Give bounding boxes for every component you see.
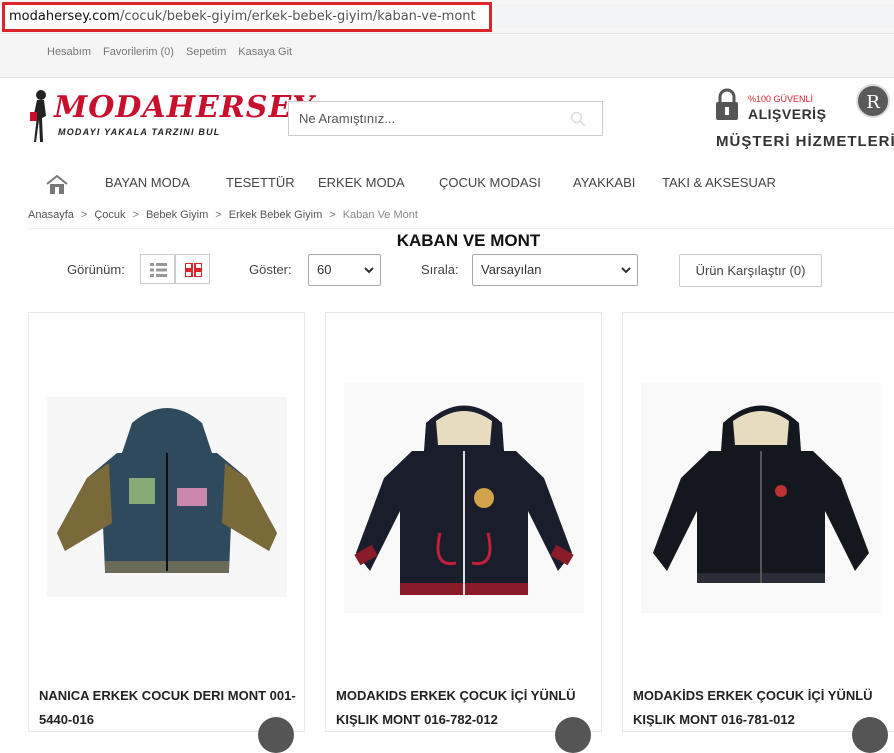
search-icon[interactable] [570, 111, 586, 127]
product-card[interactable]: MODAKIDS ERKEK ÇOCUK İÇİ YÜNLÜ KIŞLIK MO… [325, 312, 602, 753]
product-card[interactable]: NANICA ERKEK COCUK DERI MONT 001-5440-01… [28, 312, 305, 753]
favorites-link[interactable]: Favorilerim (0) [103, 46, 174, 58]
nav-item-erkek-moda[interactable]: ERKEK MODA [318, 175, 405, 190]
breadcrumb-item[interactable]: Erkek Bebek Giyim [229, 209, 323, 221]
nav-item-ayakkabi[interactable]: AYAKKABI [573, 175, 635, 190]
breadcrumb: Anasayfa > Çocuk > Bebek Giyim > Erkek Bebek G… [28, 209, 418, 221]
account-link[interactable]: Hesabım [47, 46, 91, 58]
nav-item-cocuk-modasi[interactable]: ÇOCUK MODASI [439, 175, 541, 190]
product-action-button[interactable] [852, 717, 888, 753]
jacket-image-icon[interactable] [641, 383, 881, 613]
breadcrumb-item[interactable]: Çocuk [94, 209, 125, 221]
main-nav: BAYAN MODA TESETTÜR ERKEK MODA ÇOCUK MOD… [0, 160, 894, 205]
list-view-icon [150, 263, 167, 277]
breadcrumb-separator: > [329, 209, 336, 221]
search-input[interactable] [289, 102, 549, 135]
grid-view-icon [185, 263, 202, 277]
show-count-select[interactable]: 60 [308, 254, 381, 286]
breadcrumb-current: Kaban Ve Mont [342, 209, 418, 221]
search-box [288, 101, 603, 136]
address-bar-background [496, 4, 894, 28]
chevron-down-icon [364, 267, 374, 274]
product-action-button[interactable] [555, 717, 591, 753]
show-count-value: 60 [317, 262, 332, 277]
r-badge-circle: R [856, 84, 890, 118]
breadcrumb-separator: > [132, 209, 139, 221]
grid-view-button[interactable] [175, 254, 210, 284]
list-view-button[interactable] [140, 254, 175, 284]
url-field[interactable]: modahersey.com/cocuk/bebek-giyim/erkek-b… [2, 2, 492, 32]
page-title: KABAN VE MONT [396, 231, 541, 250]
breadcrumb-separator: > [215, 209, 222, 221]
secure-small-text: %100 GÜVENLİ [748, 94, 814, 104]
secure-big-text: ALIŞVERİŞ [748, 106, 827, 122]
breadcrumb-item[interactable]: Anasayfa [28, 209, 74, 221]
sort-select[interactable]: Varsayılan [472, 254, 638, 286]
site-logo[interactable]: MODAHERSEY.com MODAYI YAKALA TARZINI BUL [28, 88, 394, 146]
breadcrumb-separator: > [80, 209, 88, 221]
customer-service: MÜŞTERİ HİZMETLERİ: 085 [716, 133, 894, 150]
browser-address-bar: modahersey.com/cocuk/bebek-giyim/erkek-b… [0, 0, 894, 34]
lock-icon [716, 88, 738, 120]
cart-link[interactable]: Sepetim [186, 46, 226, 58]
sort-value: Varsayılan [481, 262, 542, 277]
compare-button[interactable]: Ürün Karşılaştır (0) [679, 254, 822, 287]
nav-item-tesettur[interactable]: TESETTÜR [226, 175, 295, 190]
account-links: Hesabım Favorilerim (0) Sepetim Kasaya G… [47, 46, 292, 58]
top-bar: Hesabım Favorilerim (0) Sepetim Kasaya G… [0, 35, 894, 78]
sort-label: Sırala: [421, 262, 459, 277]
breadcrumb-item[interactable]: Bebek Giyim [146, 209, 208, 221]
home-icon[interactable] [45, 173, 69, 195]
logo-slogan: MODAYI YAKALA TARZINI BUL [58, 127, 221, 137]
url-path: /cocuk/bebek-giyim/erkek-bebek-giyim/kab… [119, 9, 476, 24]
product-action-button[interactable] [258, 717, 294, 753]
service-label: MÜŞTERİ HİZMETLERİ: [716, 133, 894, 150]
secure-shopping-badge: %100 GÜVENLİ ALIŞVERİŞ [714, 88, 827, 128]
show-label: Göster: [249, 262, 292, 277]
chevron-down-icon [621, 267, 631, 274]
breadcrumb-divider [28, 228, 894, 229]
view-label: Görünüm: [67, 262, 125, 277]
nav-item-bayan-moda[interactable]: BAYAN MODA [105, 175, 190, 190]
jacket-image-icon[interactable] [344, 383, 584, 613]
url-host: modahersey.com [9, 9, 120, 24]
nav-item-taki-aksesuar[interactable]: TAKI & AKSESUAR [662, 175, 776, 190]
jacket-image-icon[interactable] [47, 383, 287, 613]
r-badge[interactable]: R [856, 84, 894, 128]
logo-model-icon [30, 90, 46, 142]
checkout-link[interactable]: Kasaya Git [238, 46, 292, 58]
product-card[interactable]: MODAKİDS ERKEK ÇOCUK İÇİ YÜNLÜ KIŞLIK MO… [622, 312, 894, 753]
